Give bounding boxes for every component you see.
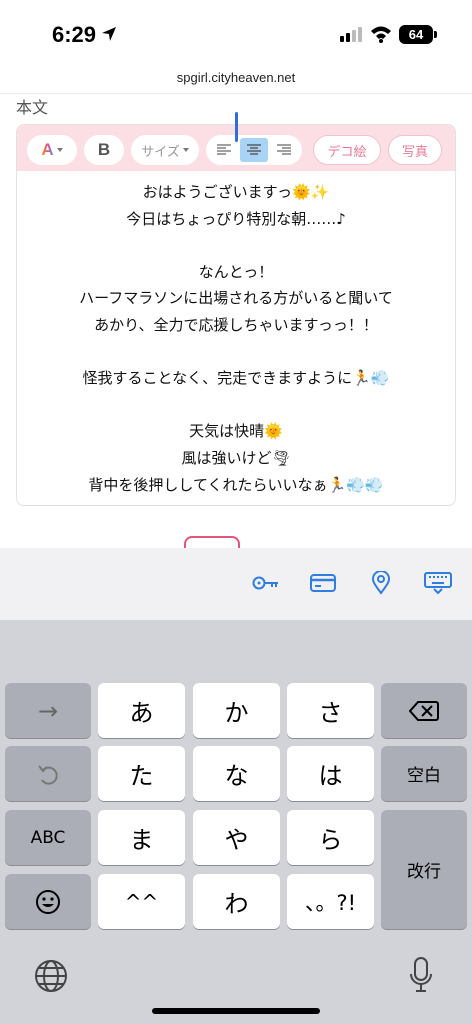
photo-button[interactable]: 写真 xyxy=(388,135,442,165)
body-line: 天気は快晴🌞 xyxy=(189,422,283,441)
key-icon[interactable] xyxy=(252,574,280,592)
editor-content[interactable]: おはようございますっ🌞✨ 今日はちょっぴり特別な朝……♪ なんとっ！ ハーフマラ… xyxy=(17,175,455,498)
key-wa[interactable]: わ xyxy=(193,874,280,929)
abc-key[interactable]: ABC xyxy=(5,810,91,865)
key-ta[interactable]: た xyxy=(98,746,185,801)
rich-text-editor[interactable]: A B サイズ デコ絵 写真 おはようございますっ🌞✨ 今日はちょっぴり特別な朝… xyxy=(16,124,456,506)
key-ya[interactable]: や xyxy=(193,810,280,865)
status-bar: 6:29 64 xyxy=(0,0,472,66)
align-right-icon xyxy=(277,144,291,155)
battery-indicator: 64 xyxy=(399,25,437,44)
body-line: 背中を後押ししてくれたらいいなぁ🏃💨💨 xyxy=(88,475,384,494)
globe-icon[interactable] xyxy=(34,959,68,993)
bold-button[interactable]: B xyxy=(84,135,124,165)
key-ka[interactable]: か xyxy=(193,683,280,738)
key-na[interactable]: な xyxy=(193,746,280,801)
align-center-icon xyxy=(247,144,261,155)
cellular-signal-icon xyxy=(340,27,362,42)
body-line: 今日はちょっぴり特別な朝……♪ xyxy=(126,209,346,228)
space-key[interactable]: 空白 xyxy=(381,746,467,801)
section-label: 本文 xyxy=(16,98,49,117)
emoji-icon xyxy=(36,889,60,914)
wifi-icon xyxy=(371,26,391,43)
chevron-down-icon xyxy=(56,148,63,152)
key-a[interactable]: あ xyxy=(98,683,185,738)
key-ha[interactable]: は xyxy=(287,746,374,801)
clock: 6:29 xyxy=(52,22,97,47)
key-arrow-right[interactable]: → xyxy=(5,683,91,738)
text-color-icon: A xyxy=(41,140,54,159)
key-punctuation[interactable]: 、。?! xyxy=(287,874,374,929)
text-cursor xyxy=(235,112,238,142)
chevron-down-icon xyxy=(182,148,189,152)
key-ma[interactable]: ま xyxy=(98,810,185,865)
body-line xyxy=(17,232,455,259)
body-line: なんとっ！ xyxy=(198,262,274,281)
credit-card-icon[interactable] xyxy=(310,573,336,593)
return-key[interactable]: 改行 xyxy=(381,810,467,929)
align-right-button[interactable] xyxy=(270,138,298,162)
body-line xyxy=(17,339,455,366)
backspace-icon xyxy=(409,700,439,721)
key-kaomoji[interactable]: ^^ xyxy=(98,874,185,929)
font-size-button[interactable]: サイズ xyxy=(131,135,199,165)
url-bar[interactable]: spgirl.cityheaven.net xyxy=(0,66,472,94)
align-center-button[interactable] xyxy=(240,138,268,162)
body-line xyxy=(17,392,455,419)
undo-icon xyxy=(38,764,58,785)
align-left-button[interactable] xyxy=(210,138,238,162)
emoji-key[interactable] xyxy=(5,874,91,929)
text-color-button[interactable]: A xyxy=(27,135,77,165)
backspace-key[interactable] xyxy=(381,683,467,738)
key-ra[interactable]: ら xyxy=(287,810,374,865)
keyboard-dismiss-icon[interactable] xyxy=(424,572,452,594)
body-line: 風は強いけど🌪 xyxy=(181,448,291,467)
alignment-group xyxy=(206,135,302,165)
align-left-icon xyxy=(217,144,231,155)
microphone-icon[interactable] xyxy=(409,956,433,994)
body-line: おはようございますっ🌞✨ xyxy=(142,183,330,201)
keyboard: → あ か さ た な は 空白 ABC ま や ら 改行 ^^ わ 、。?! xyxy=(0,620,472,1024)
body-line: あかり、全力で応援しちゃいますっっ！！ xyxy=(94,315,378,334)
deco-image-button[interactable]: デコ絵 xyxy=(313,135,381,165)
font-size-label: サイズ xyxy=(141,144,180,160)
home-indicator[interactable] xyxy=(152,1008,320,1014)
location-arrow-icon xyxy=(102,27,116,41)
keyboard-accessory-bar xyxy=(0,548,472,620)
body-line: ハーフマラソンに出場される方がいると聞いて xyxy=(79,289,393,308)
body-line: 怪我することなく、完走できますように🏃💨 xyxy=(82,369,390,388)
undo-key[interactable] xyxy=(5,746,91,801)
location-pin-icon[interactable] xyxy=(371,571,391,595)
key-sa[interactable]: さ xyxy=(287,683,374,738)
